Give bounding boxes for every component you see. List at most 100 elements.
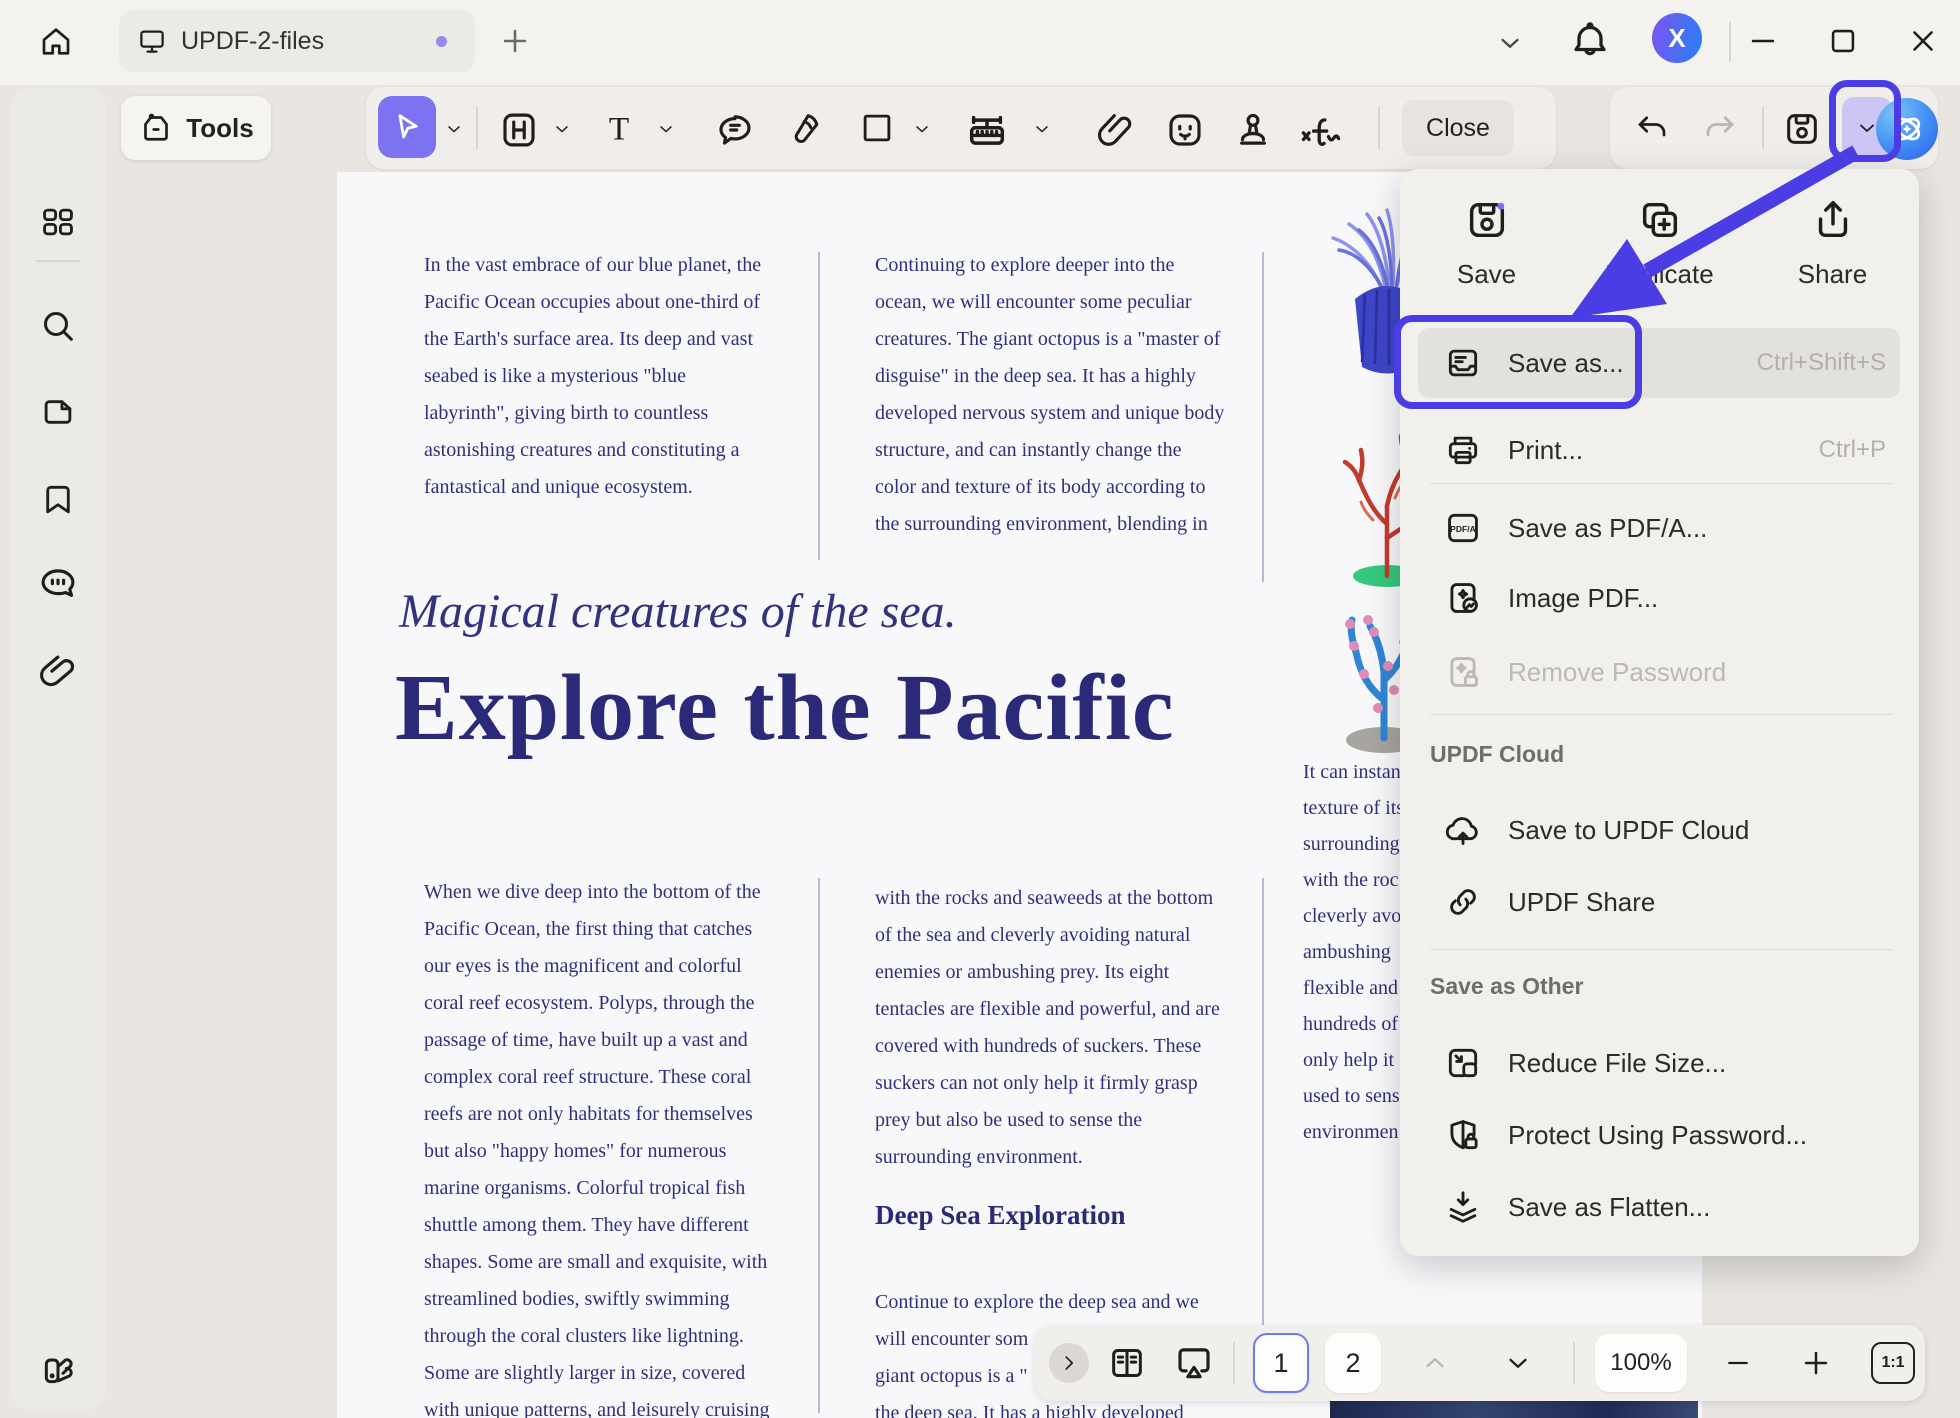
menu-divider [1430,949,1892,950]
chevron-down-icon [1032,119,1052,139]
home-button[interactable] [30,16,82,68]
next-page-button[interactable] [1500,1349,1536,1377]
text-tool-button[interactable]: T [598,109,640,151]
menu-item-label: UPDF Share [1508,887,1655,918]
select-tool-dropdown[interactable] [444,119,464,139]
menu-item-print[interactable]: Print... Ctrl+P [1418,418,1900,482]
measure-tool-dropdown[interactable] [1032,119,1052,139]
text-tool-dropdown[interactable] [656,119,676,139]
signature-icon [1296,109,1348,155]
select-tool-button[interactable] [378,96,436,158]
menu-item-image-pdf[interactable]: Image PDF... [1418,566,1900,630]
heading-tool-dropdown[interactable] [552,119,572,139]
zoom-in-button[interactable] [1797,1344,1835,1382]
signature-tool-button[interactable] [1296,109,1348,155]
toolbar-divider [1762,107,1764,149]
doc-column-divider [818,878,820,1413]
undo-icon [1634,111,1670,147]
attach-tool-button[interactable] [1094,109,1136,151]
previous-page-button[interactable] [1417,1349,1453,1377]
sidebar-item-stickers[interactable] [34,1346,82,1394]
bell-icon [1568,18,1612,62]
comment-tool-button[interactable] [714,109,756,151]
measure-tool-button[interactable] [964,109,1010,155]
toolbar-divider [476,107,478,149]
tab-title: UPDF-2-files [181,27,324,56]
comment-icon [37,563,79,605]
ruler-icon [964,109,1010,155]
doc-column-divider [1262,252,1264,582]
heading-tool-button[interactable] [498,109,540,151]
sidebar-item-comments[interactable] [34,560,82,608]
ratio-label: 1:1 [1881,1354,1904,1372]
tab-list-button[interactable] [1495,28,1525,58]
shape-tool-button[interactable] [858,109,896,147]
chevron-down-icon [656,119,676,139]
actual-size-button[interactable]: 1:1 [1871,1342,1915,1384]
sidebar-item-thumbnails[interactable] [34,388,82,436]
redo-button[interactable] [1702,111,1738,147]
menu-share-label: Share [1798,259,1867,290]
pen-tool-button[interactable] [784,109,824,149]
stamp-tool-button[interactable] [1232,109,1274,151]
avatar[interactable]: X [1652,13,1702,63]
presentation-mode-button[interactable] [1171,1343,1217,1383]
page-2-button[interactable]: 2 [1325,1333,1381,1393]
home-icon [38,24,74,60]
sidebar-item-search[interactable] [34,302,82,350]
redo-icon [1702,111,1738,147]
monitor-icon [137,26,167,56]
menu-item-protect-password[interactable]: Protect Using Password... [1418,1103,1900,1167]
document-tab[interactable]: UPDF-2-files [119,10,475,72]
close-icon [1906,24,1940,58]
doc-subtitle: Magical creatures of the sea. [399,584,957,639]
menu-item-save-as-pdfa[interactable]: PDF/A Save as PDF/A... [1418,496,1900,560]
doc-paragraph-top-2: Continuing to explore deeper into the oc… [875,247,1285,543]
menu-duplicate-action[interactable]: Duplicate [1573,185,1746,290]
zoom-level-button[interactable]: 100% [1595,1334,1687,1392]
page-icon [39,393,77,431]
shortcut-label: Ctrl+P [1819,436,1886,464]
close-document-button[interactable]: Close [1402,100,1514,156]
tools-button[interactable]: Tools [121,96,271,160]
close-label: Close [1426,114,1490,143]
menu-save-action[interactable]: Save [1400,185,1573,290]
minimize-button[interactable] [1746,24,1780,58]
maximize-button[interactable] [1826,24,1860,58]
notifications-button[interactable] [1568,18,1612,62]
menu-item-reduce-file-size[interactable]: Reduce File Size... [1418,1031,1900,1095]
chevron-down-icon [1503,1348,1533,1378]
sidebar-item-attachments[interactable] [34,648,82,696]
printer-icon [1444,431,1482,469]
menu-section-other: Save as Other [1430,973,1583,1000]
page-1-button[interactable]: 1 [1253,1333,1309,1393]
doc-section-heading: Deep Sea Exploration [875,1200,1126,1231]
shape-tool-dropdown[interactable] [912,119,932,139]
zoom-out-button[interactable] [1719,1349,1757,1377]
menu-item-save-as-flatten[interactable]: Save as Flatten... [1418,1175,1900,1239]
menu-section-cloud: UPDF Cloud [1430,741,1564,768]
highlight-save-as [1394,315,1642,409]
sidebar-item-panels[interactable] [34,198,82,246]
sidebar-item-bookmarks[interactable] [34,476,82,524]
close-window-button[interactable] [1906,24,1940,58]
minus-icon [1723,1348,1753,1378]
chevron-right-icon [1058,1352,1080,1374]
menu-share-action[interactable]: Share [1746,185,1919,290]
save-icon [1782,109,1822,149]
pdfa-badge-text: PDF/A [1450,524,1476,534]
flatten-icon [1444,1188,1482,1226]
chevron-down-icon [552,119,572,139]
undo-button[interactable] [1634,111,1670,147]
paperclip-icon [37,651,79,693]
title-bar: UPDF-2-files X [0,0,1960,85]
reading-mode-button[interactable] [1105,1343,1149,1383]
new-tab-button[interactable] [498,24,532,58]
sticker-tool-button[interactable] [1164,109,1206,151]
menu-item-save-to-cloud[interactable]: Save to UPDF Cloud [1418,798,1900,862]
window-controls-divider [1729,22,1731,62]
plus-icon [498,24,532,58]
menu-item-updf-share[interactable]: UPDF Share [1418,870,1900,934]
save-button[interactable] [1782,109,1822,149]
expand-bar-button[interactable] [1049,1343,1089,1383]
